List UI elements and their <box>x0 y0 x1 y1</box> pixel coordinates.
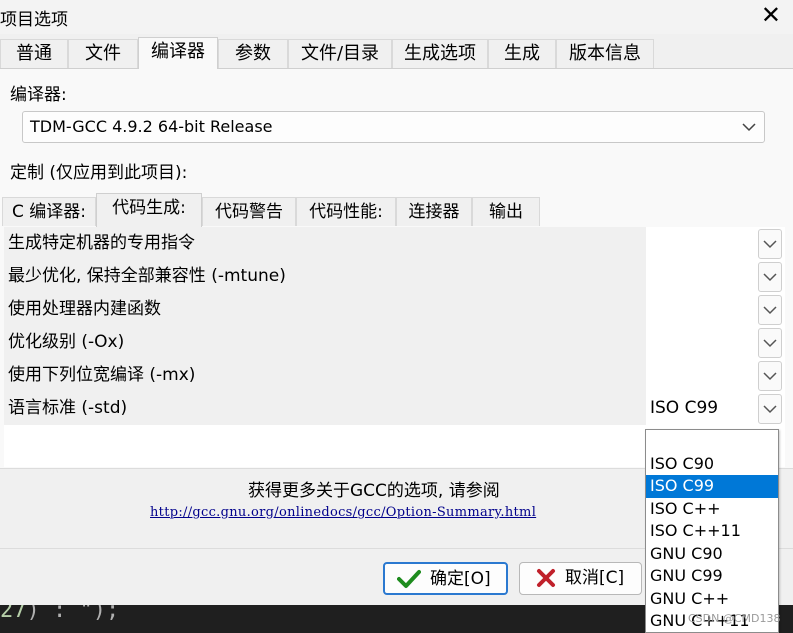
option-dropdown-button[interactable] <box>758 361 782 391</box>
chevron-down-icon <box>763 405 777 414</box>
compiler-select-value: TDM-GCC 4.9.2 64-bit Release <box>30 117 273 136</box>
option-name: 语言标准 (-std) <box>4 392 646 425</box>
dropdown-option-selected[interactable]: ISO C99 <box>646 475 778 498</box>
dropdown-option[interactable]: ISO C++ <box>646 498 778 521</box>
subtab-output[interactable]: 输出 <box>472 197 540 226</box>
dialog-title: 项目选项 <box>0 10 68 30</box>
checkmark-icon <box>397 570 421 588</box>
option-name: 优化级别 (-Ox) <box>4 326 646 359</box>
cross-icon <box>537 569 555 587</box>
chevron-down-icon <box>763 306 777 315</box>
customize-label: 定制 (仅应用到此项目): <box>10 163 188 183</box>
chevron-down-icon <box>763 372 777 381</box>
title-bar: 项目选项 ✕ <box>0 0 793 34</box>
cancel-button[interactable]: 取消[C] <box>519 562 642 595</box>
option-name: 最少优化, 保持全部兼容性 (-mtune) <box>4 260 646 293</box>
watermark: CSDN @CMD138 <box>688 612 781 625</box>
subtab-code-warnings[interactable]: 代码警告 <box>202 197 296 226</box>
option-dropdown-button[interactable] <box>758 328 782 358</box>
option-dropdown-button[interactable] <box>758 394 782 424</box>
language-standard-dropdown-list[interactable]: ISO C90 ISO C99 ISO C++ ISO C++11 GNU C9… <box>645 429 779 633</box>
subtab-code-profiling[interactable]: 代码性能: <box>296 197 396 226</box>
subtab-linker[interactable]: 连接器 <box>396 197 472 226</box>
subtab-c-compiler[interactable]: C 编译器: <box>2 197 96 226</box>
gcc-docs-link[interactable]: http://gcc.gnu.org/onlinedocs/gcc/Option… <box>150 505 536 520</box>
chevron-down-icon <box>763 240 777 249</box>
tab-parameters[interactable]: 参数 <box>218 39 288 68</box>
option-name: 使用处理器内建函数 <box>4 293 646 326</box>
option-name: 使用下列位宽编译 (-mx) <box>4 359 646 392</box>
tab-compiler[interactable]: 编译器 <box>138 37 218 69</box>
option-value[interactable] <box>648 260 756 293</box>
option-dropdown-button[interactable] <box>758 262 782 292</box>
compiler-label: 编译器: <box>10 85 67 105</box>
compiler-subtabs: C 编译器: 代码生成: 代码警告 代码性能: 连接器 输出 <box>0 193 560 227</box>
option-value[interactable] <box>648 293 756 326</box>
option-dropdown-button[interactable] <box>758 295 782 325</box>
chevron-down-icon <box>763 273 777 282</box>
option-value[interactable] <box>648 326 756 359</box>
tab-directories[interactable]: 文件/目录 <box>288 39 392 68</box>
dropdown-option[interactable]: ISO C++11 <box>646 520 778 543</box>
chevron-down-icon <box>763 339 777 348</box>
dropdown-option[interactable]: ISO C90 <box>646 453 778 476</box>
option-name: 生成特定机器的专用指令 <box>4 227 646 260</box>
ok-button[interactable]: 确定[O] <box>383 562 508 595</box>
subtab-code-generation[interactable]: 代码生成: <box>96 193 202 227</box>
cancel-button-label: 取消[C] <box>565 568 625 588</box>
chevron-down-icon <box>742 123 756 132</box>
dropdown-option[interactable]: GNU C90 <box>646 543 778 566</box>
close-icon[interactable]: ✕ <box>761 2 781 28</box>
ok-button-label: 确定[O] <box>430 569 491 589</box>
dropdown-option-empty[interactable] <box>646 430 778 453</box>
option-value-language-standard[interactable]: ISO C99 <box>648 392 756 425</box>
main-tabs: 普通 文件 编译器 参数 文件/目录 生成选项 生成 版本信息 <box>0 37 793 69</box>
tab-build-options[interactable]: 生成选项 <box>392 39 488 68</box>
tab-build[interactable]: 生成 <box>488 39 556 68</box>
option-dropdown-button[interactable] <box>758 229 782 259</box>
tab-general[interactable]: 普通 <box>0 39 68 68</box>
compiler-select[interactable]: TDM-GCC 4.9.2 64-bit Release <box>22 111 765 143</box>
tab-version-info[interactable]: 版本信息 <box>556 39 654 68</box>
option-value[interactable] <box>648 359 756 392</box>
info-text: 获得更多关于GCC的选项, 请参阅 <box>248 481 500 501</box>
tab-files[interactable]: 文件 <box>68 39 138 68</box>
option-value[interactable] <box>648 227 756 260</box>
dropdown-option[interactable]: GNU C99 <box>646 565 778 588</box>
dropdown-option[interactable]: GNU C++ <box>646 588 778 611</box>
